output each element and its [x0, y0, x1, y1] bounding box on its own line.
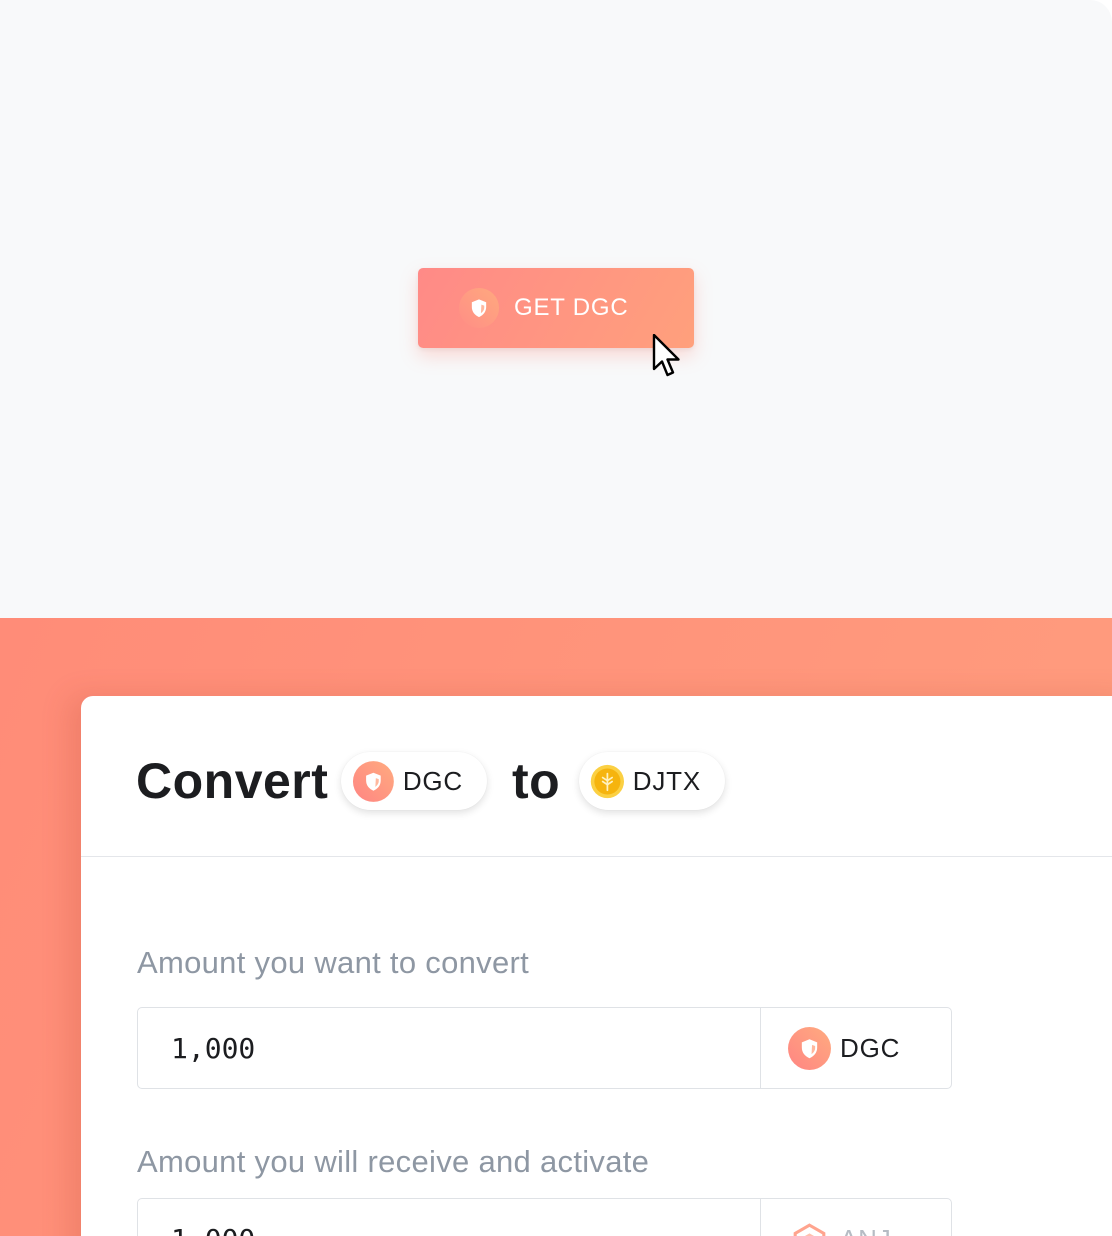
send-token-badge: DGC [760, 1008, 951, 1088]
receive-amount-field[interactable]: 1,000 ANJ [137, 1198, 952, 1236]
receive-token-badge: ANJ [760, 1199, 951, 1236]
dgc-shield-icon [352, 760, 394, 802]
anj-token-icon [793, 1222, 826, 1236]
convert-title: Convert [136, 753, 329, 809]
send-amount-label: Amount you want to convert [137, 945, 530, 980]
dgc-shield-icon [788, 1026, 831, 1070]
to-token-label: DJTX [632, 765, 701, 796]
mouse-cursor-icon [652, 334, 680, 377]
dgc-shield-icon [458, 287, 500, 329]
top-panel: GET DGC [0, 0, 1112, 618]
send-token-label: DGC [840, 1032, 901, 1063]
djtx-coin-icon [590, 764, 625, 798]
to-token-selector[interactable]: DJTX [579, 752, 725, 810]
receive-amount-label: Amount you will receive and activate [137, 1144, 650, 1179]
receive-amount-input[interactable]: 1,000 [138, 1199, 760, 1236]
send-amount-input[interactable]: 1,000 [138, 1008, 760, 1088]
send-amount-field[interactable]: 1,000 DGC [137, 1007, 952, 1089]
receive-token-label: ANJ [840, 1224, 892, 1236]
convert-header: Convert DGC to DJTX [81, 696, 1112, 857]
get-dgc-label: GET DGC [514, 294, 629, 321]
from-token-selector[interactable]: DGC [341, 752, 487, 810]
to-word: to [512, 753, 561, 809]
convert-card: Convert DGC to DJTX Amount you want to c… [81, 696, 1112, 1236]
from-token-label: DGC [402, 765, 463, 796]
